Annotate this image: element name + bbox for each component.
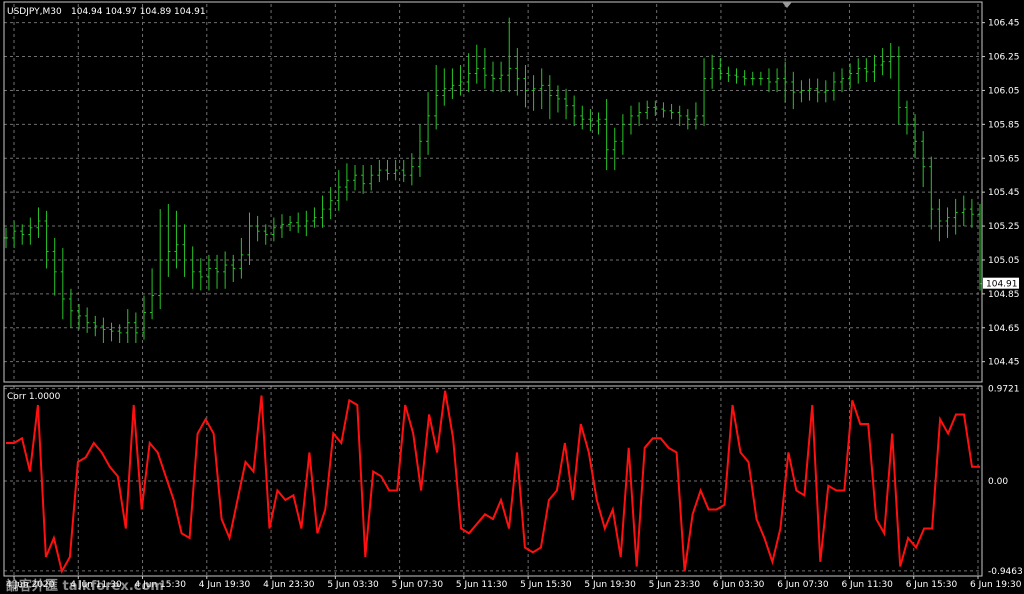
time-tick-label: 6 Jun 19:30 bbox=[970, 580, 1022, 590]
price-tick-label: 104.45 bbox=[988, 358, 1020, 368]
time-tick-label: 5 Jun 23:30 bbox=[649, 580, 701, 590]
time-tick-label: 6 Jun 07:30 bbox=[777, 580, 829, 590]
indicator-tick-label: 0.00 bbox=[988, 477, 1008, 487]
price-tick-label: 105.05 bbox=[988, 256, 1020, 266]
symbol-label: USDJPY,M30 bbox=[7, 7, 62, 17]
watermark: 論客外匯 talkforex.com bbox=[6, 578, 164, 594]
indicator-tick-label: -0.9463 bbox=[988, 567, 1023, 577]
price-tick-label: 106.05 bbox=[988, 86, 1020, 96]
time-tick-label: 6 Jun 03:30 bbox=[713, 580, 765, 590]
indicator-label: Corr 1.0000 bbox=[7, 392, 61, 402]
time-tick-label: 6 Jun 15:30 bbox=[906, 580, 958, 590]
time-tick-label: 5 Jun 11:30 bbox=[456, 580, 508, 590]
time-tick-label: 4 Jun 23:30 bbox=[263, 580, 315, 590]
price-tick-label: 106.25 bbox=[988, 53, 1020, 63]
price-tick-label: 104.85 bbox=[988, 290, 1020, 300]
price-tick-label: 105.65 bbox=[988, 154, 1020, 164]
time-tick-label: 5 Jun 03:30 bbox=[327, 580, 379, 590]
price-tick-label: 105.85 bbox=[988, 120, 1020, 130]
time-tick-label: 5 Jun 07:30 bbox=[392, 580, 444, 590]
ohlc-label: 104.94 104.97 104.89 104.91 bbox=[71, 7, 206, 17]
forex-chart[interactable]: 106.45 106.25 106.05 105.85 105.65 105.45 105.… bbox=[0, 0, 1024, 594]
last-price-value: 104.91 bbox=[986, 280, 1018, 290]
last-price-tag: 104.91 bbox=[983, 277, 1019, 290]
price-tick-label: 105.25 bbox=[988, 222, 1020, 232]
price-tick-label: 104.65 bbox=[988, 324, 1020, 334]
time-tick-label: 6 Jun 11:30 bbox=[841, 580, 893, 590]
indicator-tick-label: 0.9721 bbox=[988, 385, 1020, 395]
price-tick-label: 105.45 bbox=[988, 188, 1020, 198]
time-tick-label: 5 Jun 19:30 bbox=[584, 580, 636, 590]
price-tick-label: 106.45 bbox=[988, 19, 1020, 29]
time-tick-label: 5 Jun 15:30 bbox=[520, 580, 572, 590]
time-tick-label: 4 Jun 19:30 bbox=[199, 580, 251, 590]
